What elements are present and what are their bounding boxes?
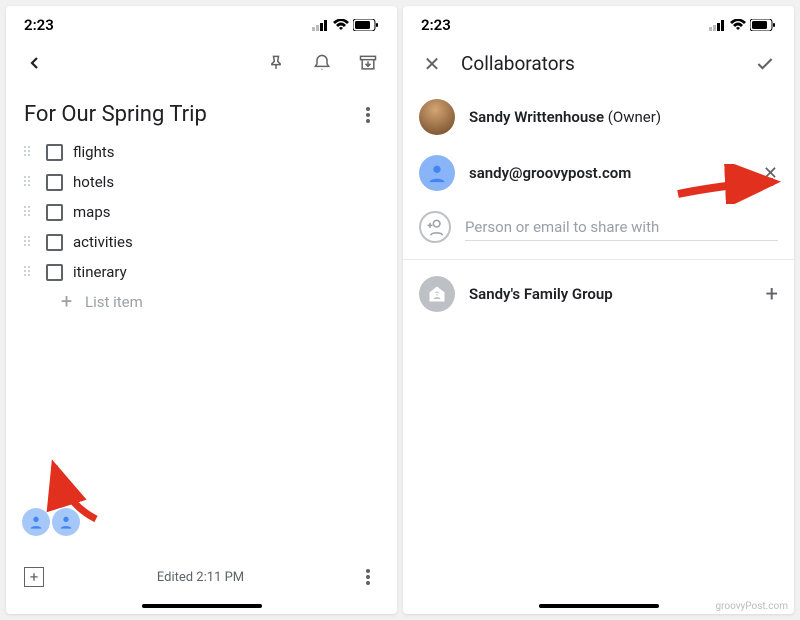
note-toolbar bbox=[6, 38, 397, 84]
wifi-icon bbox=[333, 19, 349, 31]
battery-icon bbox=[750, 19, 776, 31]
add-list-item[interactable]: + List item bbox=[16, 287, 387, 317]
avatar[interactable] bbox=[22, 508, 50, 536]
collab-title: Collaborators bbox=[461, 52, 736, 75]
more-button[interactable] bbox=[357, 104, 379, 126]
more-button-bottom[interactable] bbox=[357, 566, 379, 588]
confirm-button[interactable] bbox=[754, 53, 776, 75]
remove-collaborator-button[interactable]: ✕ bbox=[763, 163, 778, 184]
checkbox[interactable] bbox=[46, 144, 63, 161]
close-button[interactable]: ✕ bbox=[421, 53, 443, 75]
status-bar: 2:23 bbox=[403, 6, 794, 38]
wifi-icon bbox=[730, 19, 746, 31]
edited-timestamp: Edited 2:11 PM bbox=[64, 570, 337, 585]
drag-handle-icon[interactable] bbox=[24, 146, 36, 158]
add-item-placeholder: List item bbox=[85, 293, 143, 311]
family-group-row[interactable]: Sandy's Family Group + bbox=[419, 266, 778, 322]
cellular-icon bbox=[312, 20, 329, 31]
battery-icon bbox=[353, 19, 379, 31]
home-indicator bbox=[142, 604, 262, 608]
avatar[interactable] bbox=[52, 508, 80, 536]
status-icons bbox=[312, 19, 379, 31]
share-input[interactable]: Person or email to share with bbox=[465, 214, 778, 241]
cellular-icon bbox=[709, 20, 726, 31]
note-title[interactable]: For Our Spring Trip bbox=[24, 102, 357, 127]
back-button[interactable] bbox=[24, 52, 46, 74]
pin-icon[interactable] bbox=[265, 52, 287, 74]
add-group-button[interactable]: + bbox=[766, 282, 778, 307]
add-button[interactable]: + bbox=[24, 567, 44, 587]
drag-handle-icon[interactable] bbox=[24, 266, 36, 278]
archive-icon[interactable] bbox=[357, 52, 379, 74]
collaborators-screen: 2:23 ✕ Collaborators Sandy Writtenhouse … bbox=[403, 6, 794, 614]
bottom-toolbar: + Edited 2:11 PM bbox=[6, 536, 397, 604]
checklist: flights hotels maps activities itinerary bbox=[6, 133, 397, 321]
note-screen: 2:23 For Our Spring Trip bbox=[6, 6, 397, 614]
status-icons bbox=[709, 19, 776, 31]
status-bar: 2:23 bbox=[6, 6, 397, 38]
checkbox[interactable] bbox=[46, 234, 63, 251]
status-time: 2:23 bbox=[24, 16, 54, 34]
owner-name: Sandy Writtenhouse (Owner) bbox=[469, 108, 661, 126]
drag-handle-icon[interactable] bbox=[24, 176, 36, 188]
checkbox[interactable] bbox=[46, 204, 63, 221]
add-collaborator-row[interactable]: Person or email to share with bbox=[419, 201, 778, 253]
drag-handle-icon[interactable] bbox=[24, 206, 36, 218]
member-avatar bbox=[419, 155, 455, 191]
collab-owner-row: Sandy Writtenhouse (Owner) bbox=[419, 89, 778, 145]
list-item[interactable]: flights bbox=[16, 137, 387, 167]
list-item[interactable]: maps bbox=[16, 197, 387, 227]
checkbox[interactable] bbox=[46, 174, 63, 191]
item-label: itinerary bbox=[73, 263, 127, 281]
add-person-icon bbox=[419, 211, 451, 243]
item-label: maps bbox=[73, 203, 110, 221]
item-label: flights bbox=[73, 143, 115, 161]
collab-toolbar: ✕ Collaborators bbox=[403, 38, 794, 85]
status-time: 2:23 bbox=[421, 16, 451, 34]
collab-list: Sandy Writtenhouse (Owner) sandy@groovyp… bbox=[403, 85, 794, 326]
note-header: For Our Spring Trip bbox=[6, 84, 397, 133]
collab-member-row: sandy@groovypost.com ✕ bbox=[419, 145, 778, 201]
list-item[interactable]: hotels bbox=[16, 167, 387, 197]
list-item[interactable]: itinerary bbox=[16, 257, 387, 287]
item-label: activities bbox=[73, 233, 133, 251]
item-label: hotels bbox=[73, 173, 114, 191]
reminder-icon[interactable] bbox=[311, 52, 333, 74]
watermark: groovyPost.com bbox=[715, 601, 788, 612]
family-group-name: Sandy's Family Group bbox=[469, 285, 752, 303]
collaborator-avatars[interactable] bbox=[6, 488, 397, 536]
divider bbox=[403, 259, 794, 260]
checkbox[interactable] bbox=[46, 264, 63, 281]
member-email: sandy@groovypost.com bbox=[469, 164, 749, 182]
drag-handle-icon[interactable] bbox=[24, 236, 36, 248]
plus-icon: + bbox=[58, 294, 75, 311]
list-item[interactable]: activities bbox=[16, 227, 387, 257]
family-group-icon bbox=[419, 276, 455, 312]
owner-avatar bbox=[419, 99, 455, 135]
home-indicator bbox=[539, 604, 659, 608]
